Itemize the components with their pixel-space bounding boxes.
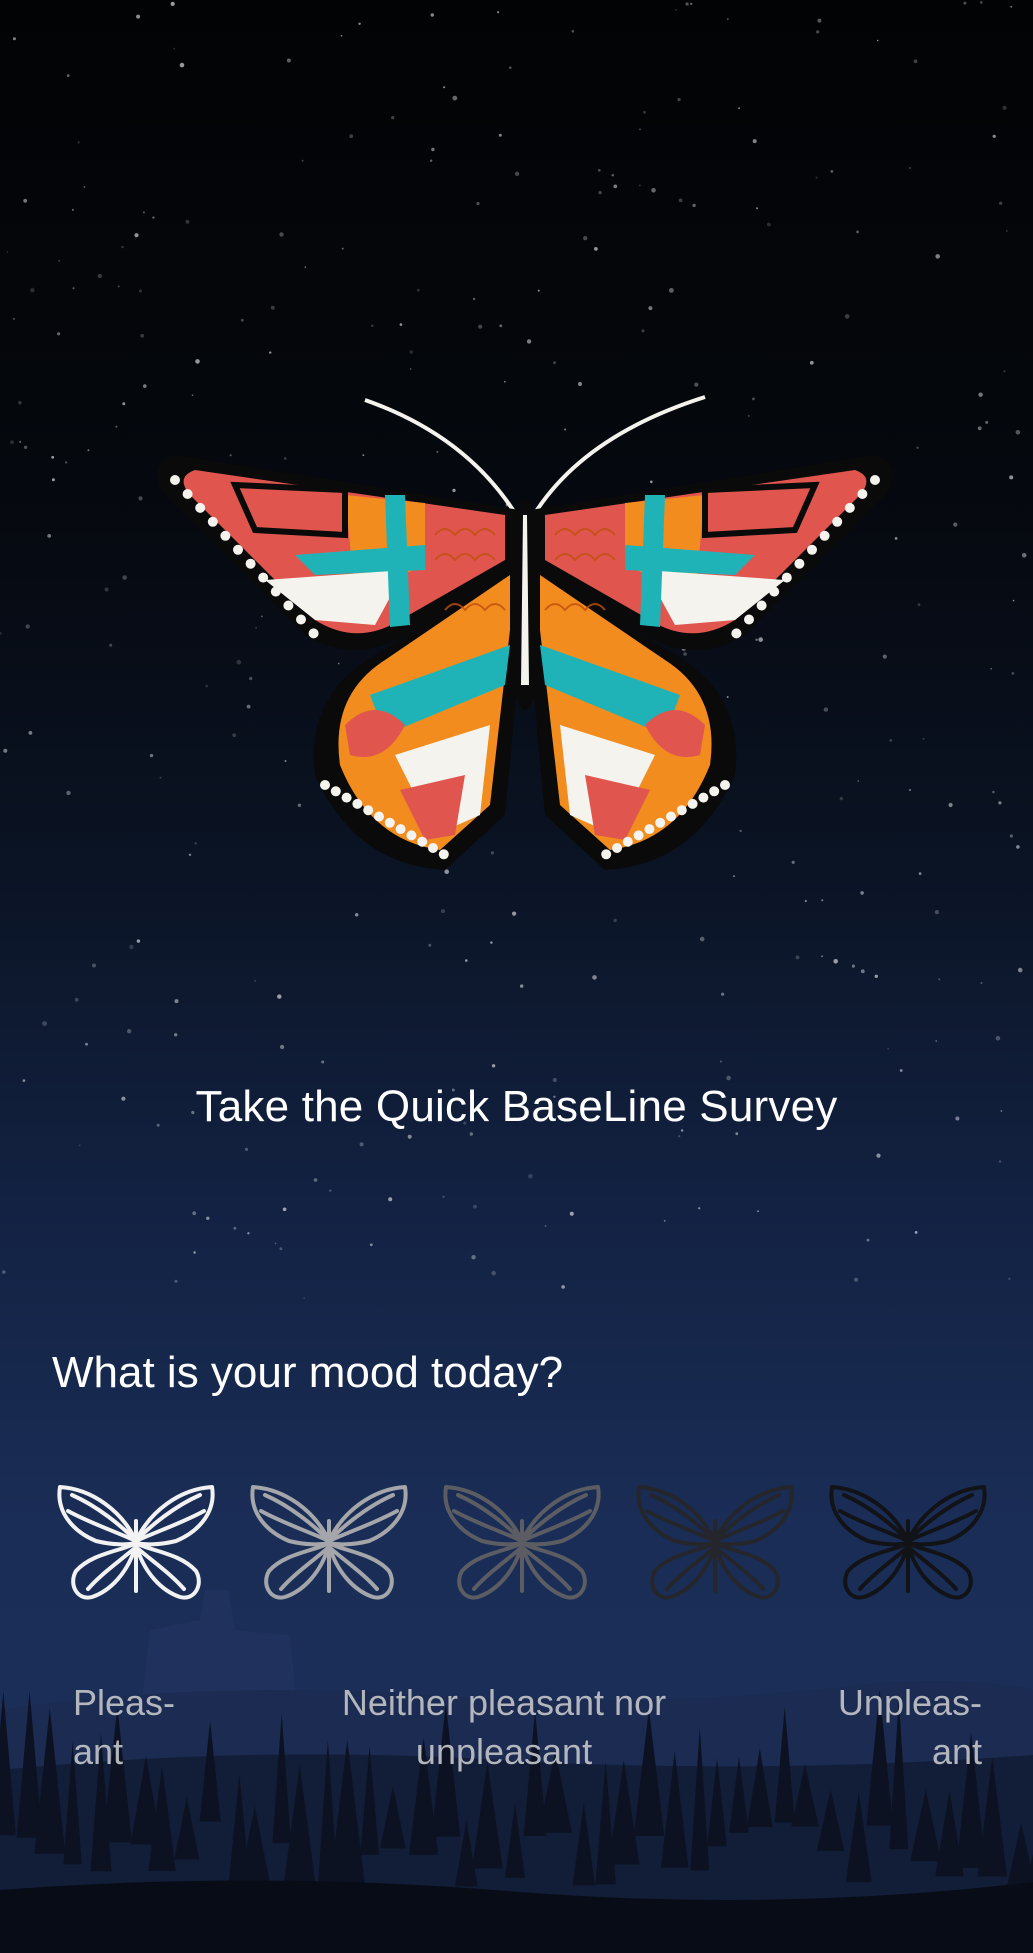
scale-label-line: ant bbox=[931, 1731, 982, 1772]
butterfly-outline-icon bbox=[250, 1485, 408, 1600]
butterfly-outline-icon bbox=[829, 1485, 987, 1600]
scale-label-line: Pleas- bbox=[73, 1682, 176, 1723]
mood-option-1[interactable] bbox=[52, 1478, 220, 1608]
butterfly-artwork-icon bbox=[157, 395, 893, 870]
scale-label-line: ant bbox=[73, 1731, 124, 1772]
mood-option-3[interactable] bbox=[438, 1478, 606, 1608]
scale-label-unpleasant: Unpleas- ant bbox=[780, 1678, 982, 1776]
scale-label-pleasant: Pleas- ant bbox=[73, 1678, 233, 1776]
survey-title[interactable]: Take the Quick BaseLine Survey bbox=[0, 1082, 1033, 1132]
mood-question: What is your mood today? bbox=[52, 1348, 564, 1397]
scale-label-neutral: Neither pleasant nor unpleasant bbox=[304, 1678, 704, 1776]
butterfly-outline-icon bbox=[57, 1485, 215, 1600]
mood-scale bbox=[52, 1478, 992, 1608]
scale-label-line: unpleasant bbox=[415, 1731, 593, 1772]
mood-option-4[interactable] bbox=[631, 1478, 799, 1608]
butterfly-outline-icon bbox=[443, 1485, 601, 1600]
mood-option-5[interactable] bbox=[824, 1478, 992, 1608]
scale-label-line: Neither pleasant nor bbox=[341, 1682, 667, 1723]
butterfly-outline-icon bbox=[636, 1485, 794, 1600]
scale-label-line: Unpleas- bbox=[837, 1682, 982, 1723]
mood-option-2[interactable] bbox=[245, 1478, 413, 1608]
